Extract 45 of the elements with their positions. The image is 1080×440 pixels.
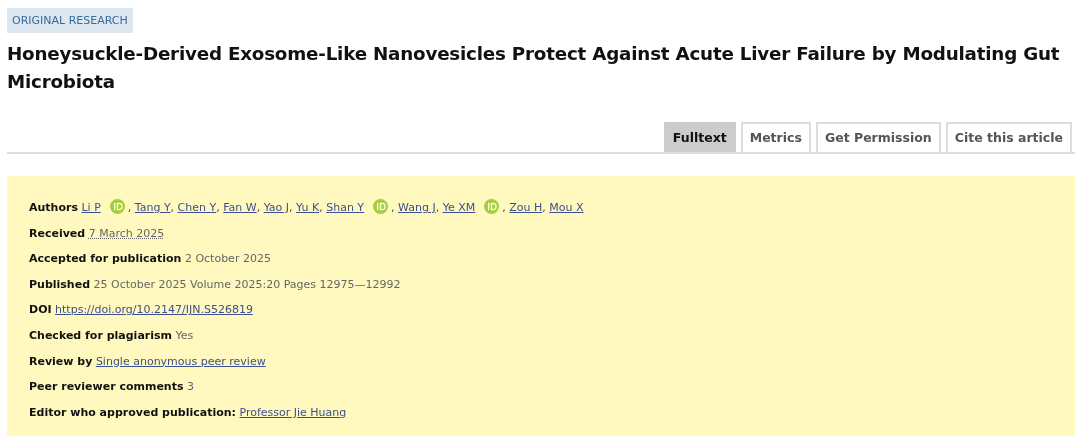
field-value: 3 xyxy=(187,380,194,394)
tab[interactable]: Get Permission xyxy=(815,122,941,152)
orcid-icon[interactable] xyxy=(373,199,389,214)
separator: , xyxy=(216,201,220,214)
separator: , xyxy=(127,201,132,214)
separator: , xyxy=(435,201,440,214)
date-value: 7 March 2025 xyxy=(88,226,165,240)
author-link[interactable]: Ye XM xyxy=(442,201,476,214)
field-value: 25 October 2025 Volume 2025:20 Pages 12975—12992 xyxy=(93,277,401,291)
orcid-icon[interactable] xyxy=(109,199,125,214)
field-label: Authors xyxy=(29,201,78,214)
separator: , xyxy=(319,201,323,214)
field-value: Yes xyxy=(175,328,194,342)
author-link[interactable]: Mou X xyxy=(549,201,584,214)
field-value: 2 October 2025 xyxy=(184,252,271,266)
author-link[interactable]: Tang Y xyxy=(134,201,171,214)
separator: , xyxy=(542,201,546,214)
author-link[interactable]: Chen Y xyxy=(177,201,217,214)
author-link[interactable]: Yao J xyxy=(263,201,290,214)
separator: , xyxy=(502,201,506,214)
field-label: Peer reviewer comments xyxy=(29,380,184,394)
author-link[interactable]: Fan W xyxy=(223,201,257,214)
separator: , xyxy=(170,201,175,214)
tab[interactable]: Cite this article xyxy=(945,122,1072,152)
tab[interactable]: Metrics xyxy=(740,122,811,152)
separator: , xyxy=(391,201,395,214)
field-label: Checked for plagiarism xyxy=(29,328,172,342)
category-label: ORIGINAL RESEARCH xyxy=(7,8,133,33)
article-title: Honeysuckle-Derived Exosome-Like Nanovesicles Protect Against Acute Liver Failure by Modulating Gut Microbiota xyxy=(7,42,1061,94)
orcid-icon[interactable] xyxy=(484,199,500,214)
separator: , xyxy=(256,201,261,214)
separator: , xyxy=(289,201,293,214)
author-link[interactable]: Wang J xyxy=(398,201,436,214)
field-label: Published xyxy=(29,277,91,291)
field-label: Accepted for publication xyxy=(29,252,182,266)
value-link[interactable]: Professor Jie Huang xyxy=(239,405,347,419)
value-link[interactable]: https://doi.org/10.2147/IJN.S526819 xyxy=(55,303,253,317)
field-label: Received xyxy=(29,226,86,240)
field-label: Review by xyxy=(29,354,93,368)
field-label: DOI xyxy=(29,303,52,317)
author-link[interactable]: Shan Y xyxy=(326,201,365,214)
value-link[interactable]: Single anonymous peer review xyxy=(95,354,266,368)
field-label: Editor who approved publication: xyxy=(29,405,236,419)
tab[interactable]: Fulltext xyxy=(663,122,736,152)
author-link[interactable]: Li P xyxy=(81,201,101,214)
